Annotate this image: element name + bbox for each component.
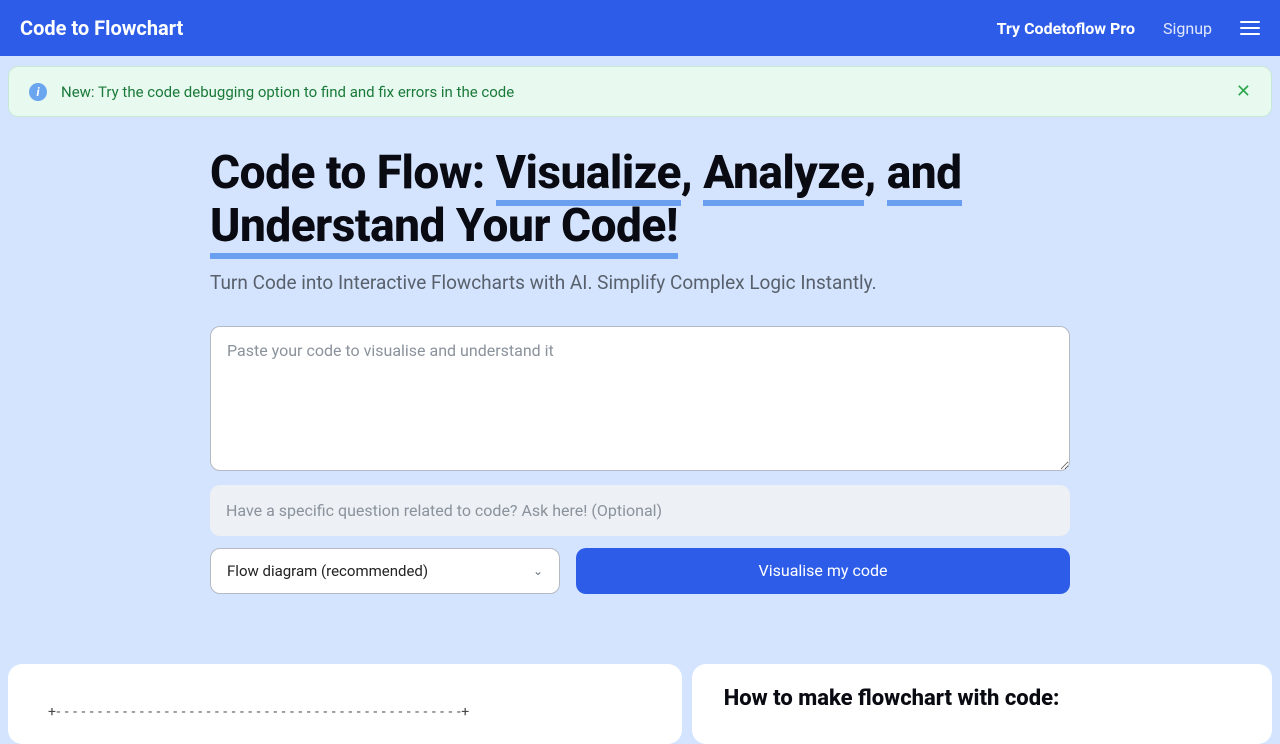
main-content: Code to Flow: Visualize, Analyze, and Un… <box>190 147 1090 594</box>
title-prefix: Code to Flow: <box>210 146 496 200</box>
title-sep: , <box>864 146 886 200</box>
header-nav: Try Codetoflow Pro Signup <box>997 19 1260 38</box>
banner-content: i New: Try the code debugging option to … <box>29 83 514 101</box>
bottom-section: +- - - - - - - - - - - - - - - - - - - -… <box>8 664 1272 744</box>
notification-banner: i New: Try the code debugging option to … <box>8 66 1272 117</box>
select-value: Flow diagram (recommended) <box>227 562 428 580</box>
ascii-art: +- - - - - - - - - - - - - - - - - - - -… <box>48 704 642 720</box>
ascii-preview-card: +- - - - - - - - - - - - - - - - - - - -… <box>8 664 682 744</box>
title-word-and: and <box>887 146 962 206</box>
action-row: Flow diagram (recommended) ⌄ Visualise m… <box>210 548 1070 594</box>
hamburger-menu-icon[interactable] <box>1240 21 1260 35</box>
close-icon[interactable]: ✕ <box>1236 81 1251 102</box>
page-subtitle: Turn Code into Interactive Flowcharts wi… <box>210 271 1070 294</box>
logo[interactable]: Code to Flowchart <box>20 16 183 40</box>
question-input[interactable] <box>210 485 1070 536</box>
code-input[interactable] <box>210 326 1070 471</box>
visualise-button[interactable]: Visualise my code <box>576 548 1070 594</box>
banner-text: New: Try the code debugging option to fi… <box>61 83 514 101</box>
title-word-analyze: Analyze <box>703 146 864 206</box>
signup-link[interactable]: Signup <box>1163 19 1212 38</box>
try-pro-link[interactable]: Try Codetoflow Pro <box>997 19 1135 38</box>
title-word-visualize: Visualize <box>496 146 681 206</box>
info-icon: i <box>29 83 47 101</box>
diagram-type-select[interactable]: Flow diagram (recommended) ⌄ <box>210 548 560 594</box>
page-title: Code to Flow: Visualize, Analyze, and Un… <box>210 147 1070 253</box>
howto-title: How to make flowchart with code: <box>724 686 1240 711</box>
header: Code to Flowchart Try Codetoflow Pro Sig… <box>0 0 1280 56</box>
chevron-down-icon: ⌄ <box>533 564 543 578</box>
title-word-understand: Understand Your Code! <box>210 199 678 259</box>
howto-card: How to make flowchart with code: <box>692 664 1272 744</box>
title-sep: , <box>681 146 703 200</box>
